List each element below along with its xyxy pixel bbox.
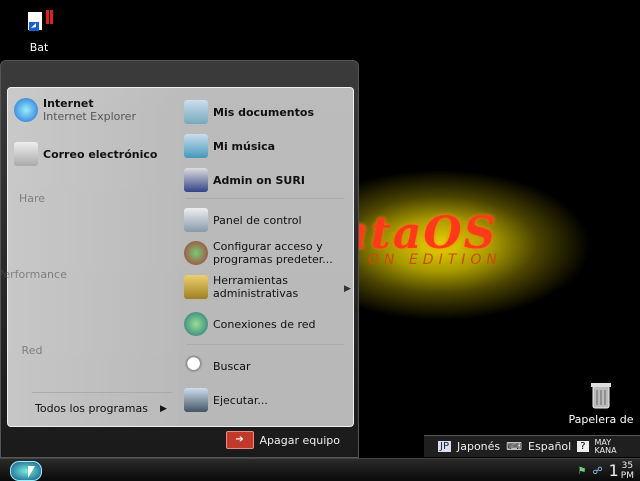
language-code-badge[interactable]: JP: [438, 441, 451, 452]
menu-item-panel-control[interactable]: Panel de control: [184, 208, 302, 232]
menu-item-ejecutar[interactable]: Ejecutar...: [184, 388, 268, 412]
menu-item-email[interactable]: Correo electrónico: [14, 142, 157, 166]
clock-hour: 1: [608, 461, 619, 480]
connections-tray-icon[interactable]: ☍: [592, 466, 602, 477]
network-icon: [184, 312, 208, 336]
menu-item-admin[interactable]: Admin on SURI: [184, 168, 305, 192]
power-icon: ➔: [225, 431, 254, 449]
admin-label: Admin on SURI: [213, 173, 305, 187]
desktop-icon-bat[interactable]: Bat: [3, 8, 75, 54]
run-icon: [184, 388, 208, 412]
menu-item-all-programs-label: Todos los programas: [35, 402, 148, 415]
menu-item-email-title: Correo electrónico: [43, 147, 158, 161]
desktop-icon-trash-label: Papelera de: [568, 413, 634, 426]
menu-item-herramientas[interactable]: Herramientas administrativas: [184, 274, 334, 300]
menu-item-internet-title: Internet: [43, 97, 94, 110]
ghost-label-performance: Performance: [0, 268, 67, 281]
wallpaper-brand-sub: ON EDITION: [368, 252, 502, 268]
menu-item-internet-subtitle: Internet Explorer: [43, 110, 136, 123]
system-tray: ⚑ ☍ 1 35 PM: [578, 461, 635, 481]
places-column: Mis documentos Mi música Admin on SURI P…: [180, 88, 353, 426]
arrow-right-icon: ▶: [159, 403, 167, 414]
admin-tools-icon: [184, 275, 208, 299]
shutdown-button[interactable]: ➔ Apagar equipo: [225, 431, 340, 449]
ime-mode[interactable]: MAY KANA: [594, 438, 617, 455]
language-japones[interactable]: Japonés: [457, 440, 500, 453]
clock[interactable]: 1 35 PM: [609, 461, 634, 481]
right-separator-1: [186, 198, 344, 199]
control-panel-icon: [184, 208, 208, 232]
buscar-label: Buscar: [213, 359, 251, 373]
internet-explorer-icon: [14, 98, 38, 122]
menu-item-buscar[interactable]: Buscar: [184, 354, 251, 378]
language-bar: JP Japonés ⌨ Español ? MAY KANA: [424, 435, 640, 457]
pinned-programs: Internet Internet Explorer Correo electr…: [0, 88, 178, 426]
menu-item-mi-musica[interactable]: Mi música: [184, 134, 275, 158]
clock-min: 35: [621, 461, 634, 471]
configurar-label: Configurar acceso y programas predeter..…: [213, 240, 333, 266]
desktop-icon-bat-label: Bat: [29, 41, 49, 54]
mis-documentos-label: Mis documentos: [213, 105, 314, 119]
mouse-cursor: [28, 466, 35, 478]
menu-item-internet[interactable]: Internet Internet Explorer: [14, 97, 136, 123]
left-separator: [32, 392, 172, 393]
start-menu: Internet Internet Explorer Correo electr…: [0, 60, 359, 458]
conexiones-label: Conexiones de red: [213, 317, 316, 331]
ejecutar-label: Ejecutar...: [213, 393, 268, 407]
search-icon: [184, 354, 208, 378]
mail-icon: [14, 142, 38, 166]
ime-kana: KANA: [594, 445, 617, 455]
ghost-label-red: Red: [21, 344, 43, 357]
bat-icon: [24, 8, 54, 38]
menu-item-all-programs[interactable]: Todos los programas ▶: [35, 402, 167, 415]
ghost-label-hare: Hare: [18, 192, 46, 205]
shutdown-label: Apagar equipo: [259, 433, 340, 447]
network-tray-icon[interactable]: ⚑: [578, 466, 587, 477]
computer-icon: [184, 168, 208, 192]
keyboard-icon: ⌨: [506, 440, 523, 453]
mi-musica-label: Mi música: [213, 139, 276, 153]
start-menu-panel: Internet Internet Explorer Correo electr…: [0, 87, 354, 427]
desktop-icon-trash[interactable]: Papelera de: [565, 380, 637, 426]
menu-item-configurar[interactable]: Configurar acceso y programas predeter..…: [184, 240, 334, 266]
menu-item-conexiones[interactable]: Conexiones de red: [184, 312, 316, 336]
herramientas-arrow-icon: ▶: [344, 284, 351, 294]
herramientas-label: Herramientas administrativas: [213, 274, 299, 300]
recycle-bin-icon: [586, 380, 616, 410]
right-separator-2: [186, 344, 344, 345]
program-access-icon: [184, 241, 208, 265]
taskbar: ⚑ ☍ 1 35 PM: [0, 458, 640, 481]
help-icon[interactable]: ?: [577, 441, 589, 452]
documents-icon: [184, 100, 208, 124]
start-button[interactable]: [10, 461, 42, 481]
panel-control-label: Panel de control: [213, 213, 302, 227]
music-icon: [184, 134, 208, 158]
menu-item-mis-documentos[interactable]: Mis documentos: [184, 100, 314, 124]
language-espanol[interactable]: Español: [528, 440, 571, 453]
